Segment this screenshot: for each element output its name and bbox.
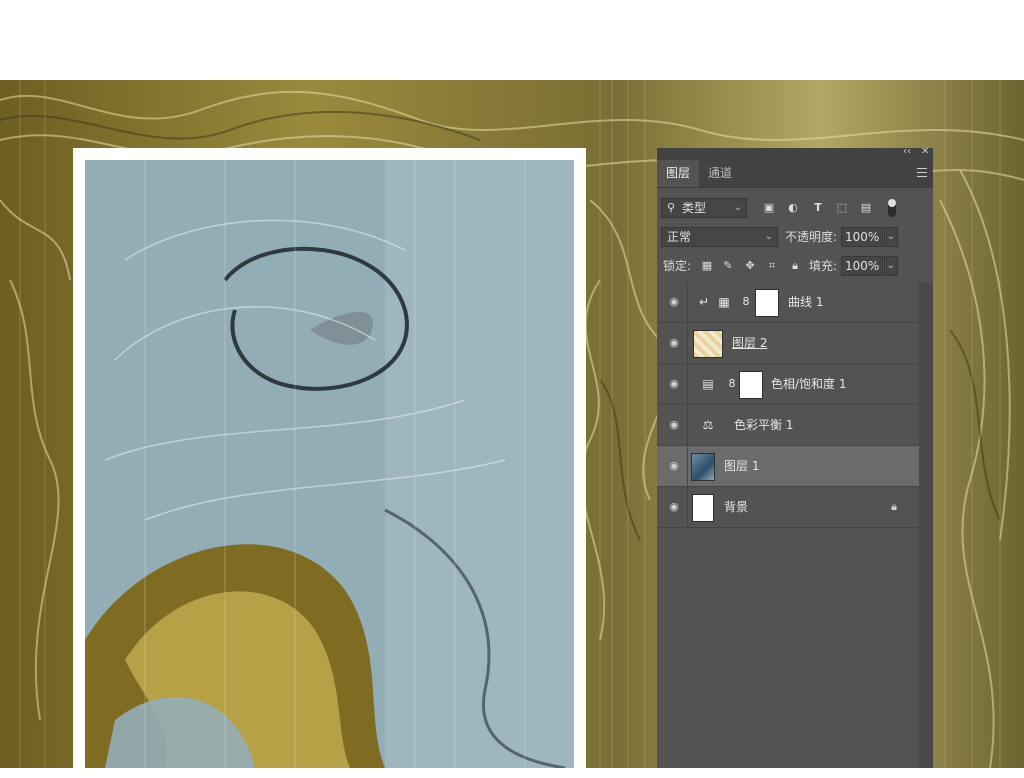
opacity-input[interactable]: 100% <box>841 227 883 247</box>
eye-column-divider <box>687 364 688 404</box>
clip-arrow-icon: ↵ <box>698 295 710 309</box>
eye-column-divider <box>687 323 688 363</box>
eye-icon[interactable]: ◉ <box>666 418 682 432</box>
lock-row: 锁定: ▦ ✎ ✥ ⌗ 🔒︎ 填充: 100% ⌄ <box>657 254 933 283</box>
lock-paint-icon[interactable]: ✎ <box>721 259 735 273</box>
fill-input[interactable]: 100% <box>841 256 883 276</box>
lock-icon: 🔒︎ <box>891 500 897 513</box>
blend-mode-select[interactable]: 正常 ⌄ <box>661 227 778 247</box>
filter-pixel-icon[interactable]: ▣ <box>762 201 776 215</box>
tab-channels[interactable]: 通道 <box>699 160 741 187</box>
filter-smart-object-icon[interactable]: ▤ <box>859 201 873 215</box>
chevron-down-icon: ⌄ <box>886 260 895 271</box>
opacity-value: 100% <box>845 230 880 244</box>
blend-row: 正常 ⌄ 不透明度: 100% ⌄ <box>657 225 933 254</box>
fill-label: 填充: <box>809 259 838 273</box>
hue-saturation-icon: ▤ <box>702 377 714 391</box>
layer-thumbnail <box>691 453 715 481</box>
filter-toggle-icon[interactable] <box>888 199 896 217</box>
close-icon[interactable]: ✕ <box>921 146 929 157</box>
layer-mask-thumbnail <box>755 289 779 317</box>
eye-icon[interactable]: ◉ <box>666 500 682 514</box>
fill-value: 100% <box>845 259 880 273</box>
eye-column-divider <box>687 487 688 527</box>
layers-panel: ‹‹ ✕ 图层 通道 ⚲ 类型 ⌄ ▣ ◐ T ⬚ ▤ 正常 ⌄ 不透明度: 1… <box>657 146 933 768</box>
layer-color-balance-1[interactable]: ◉ ⚖︎ 色彩平衡 1 <box>657 405 919 446</box>
collapse-icon[interactable]: ‹‹ <box>903 146 911 157</box>
eye-icon[interactable]: ◉ <box>666 336 682 350</box>
layer-background[interactable]: ◉ 背景 🔒︎ <box>657 487 919 528</box>
layer-name: 背景 <box>724 500 749 514</box>
layer-2[interactable]: ◉ 图层 2 <box>657 323 919 364</box>
filter-kind-value: 类型 <box>682 201 707 215</box>
layer-name: 图层 1 <box>724 459 760 473</box>
layers-scrollbar[interactable] <box>919 282 933 768</box>
filter-kind-select[interactable]: ⚲ 类型 ⌄ <box>661 198 747 218</box>
layer-name: 色彩平衡 1 <box>734 418 794 432</box>
lock-label: 锁定: <box>663 259 692 273</box>
chevron-down-icon: ⌄ <box>764 231 773 242</box>
layer-1[interactable]: ◉ 图层 1 <box>657 446 919 487</box>
panel-menu-icon[interactable] <box>917 168 927 177</box>
tab-layers[interactable]: 图层 <box>657 160 700 187</box>
layer-name: 色相/饱和度 1 <box>771 377 847 391</box>
eye-icon[interactable]: ◉ <box>666 295 682 309</box>
opacity-dropdown[interactable]: ⌄ <box>884 227 898 247</box>
layer-name: 曲线 1 <box>788 295 824 309</box>
eye-column-divider <box>687 446 688 486</box>
panel-title-bar: ‹‹ ✕ <box>657 146 933 160</box>
opacity-label: 不透明度: <box>785 230 838 244</box>
blend-mode-value: 正常 <box>667 230 692 244</box>
chevron-down-icon: ⌄ <box>886 231 895 242</box>
layer-curves-1[interactable]: ◉ ↵ ▦ 8 曲线 1 <box>657 282 919 323</box>
color-balance-icon: ⚖︎ <box>702 418 714 432</box>
link-icon[interactable]: 8 <box>737 294 755 310</box>
filter-shape-icon[interactable]: ⬚ <box>835 201 849 215</box>
layer-mask-thumbnail <box>739 371 763 399</box>
fill-dropdown[interactable]: ⌄ <box>884 256 898 276</box>
layer-hue-saturation-1[interactable]: ◉ ▤ 8 色相/饱和度 1 <box>657 364 919 405</box>
search-icon: ⚲ <box>667 201 676 214</box>
filter-type-icon[interactable]: T <box>811 201 825 215</box>
canvas-painting[interactable] <box>85 160 574 768</box>
eye-icon[interactable]: ◉ <box>666 377 682 391</box>
filter-adjustment-icon[interactable]: ◐ <box>786 201 800 215</box>
curves-icon: ▦ <box>718 295 730 309</box>
filter-row: ⚲ 类型 ⌄ ▣ ◐ T ⬚ ▤ <box>657 196 933 225</box>
layer-name: 图层 2 <box>732 336 768 350</box>
eye-column-divider <box>687 282 688 322</box>
lock-all-icon[interactable]: 🔒︎ <box>788 259 802 273</box>
eye-icon[interactable]: ◉ <box>666 459 682 473</box>
layer-thumbnail <box>692 494 714 522</box>
panel-tabs: 图层 通道 <box>657 160 933 188</box>
lock-transparent-icon[interactable]: ▦ <box>700 259 714 273</box>
layers-list: ◉ ↵ ▦ 8 曲线 1 ◉ 图层 2 ◉ ▤ 8 色相/饱和度 1 ◉ ⚖︎ … <box>657 282 919 528</box>
chevron-down-icon: ⌄ <box>733 202 742 213</box>
lock-artboard-icon[interactable]: ⌗ <box>765 259 779 273</box>
lock-position-icon[interactable]: ✥ <box>743 259 757 273</box>
eye-column-divider <box>687 405 688 445</box>
layer-thumbnail <box>693 330 723 358</box>
